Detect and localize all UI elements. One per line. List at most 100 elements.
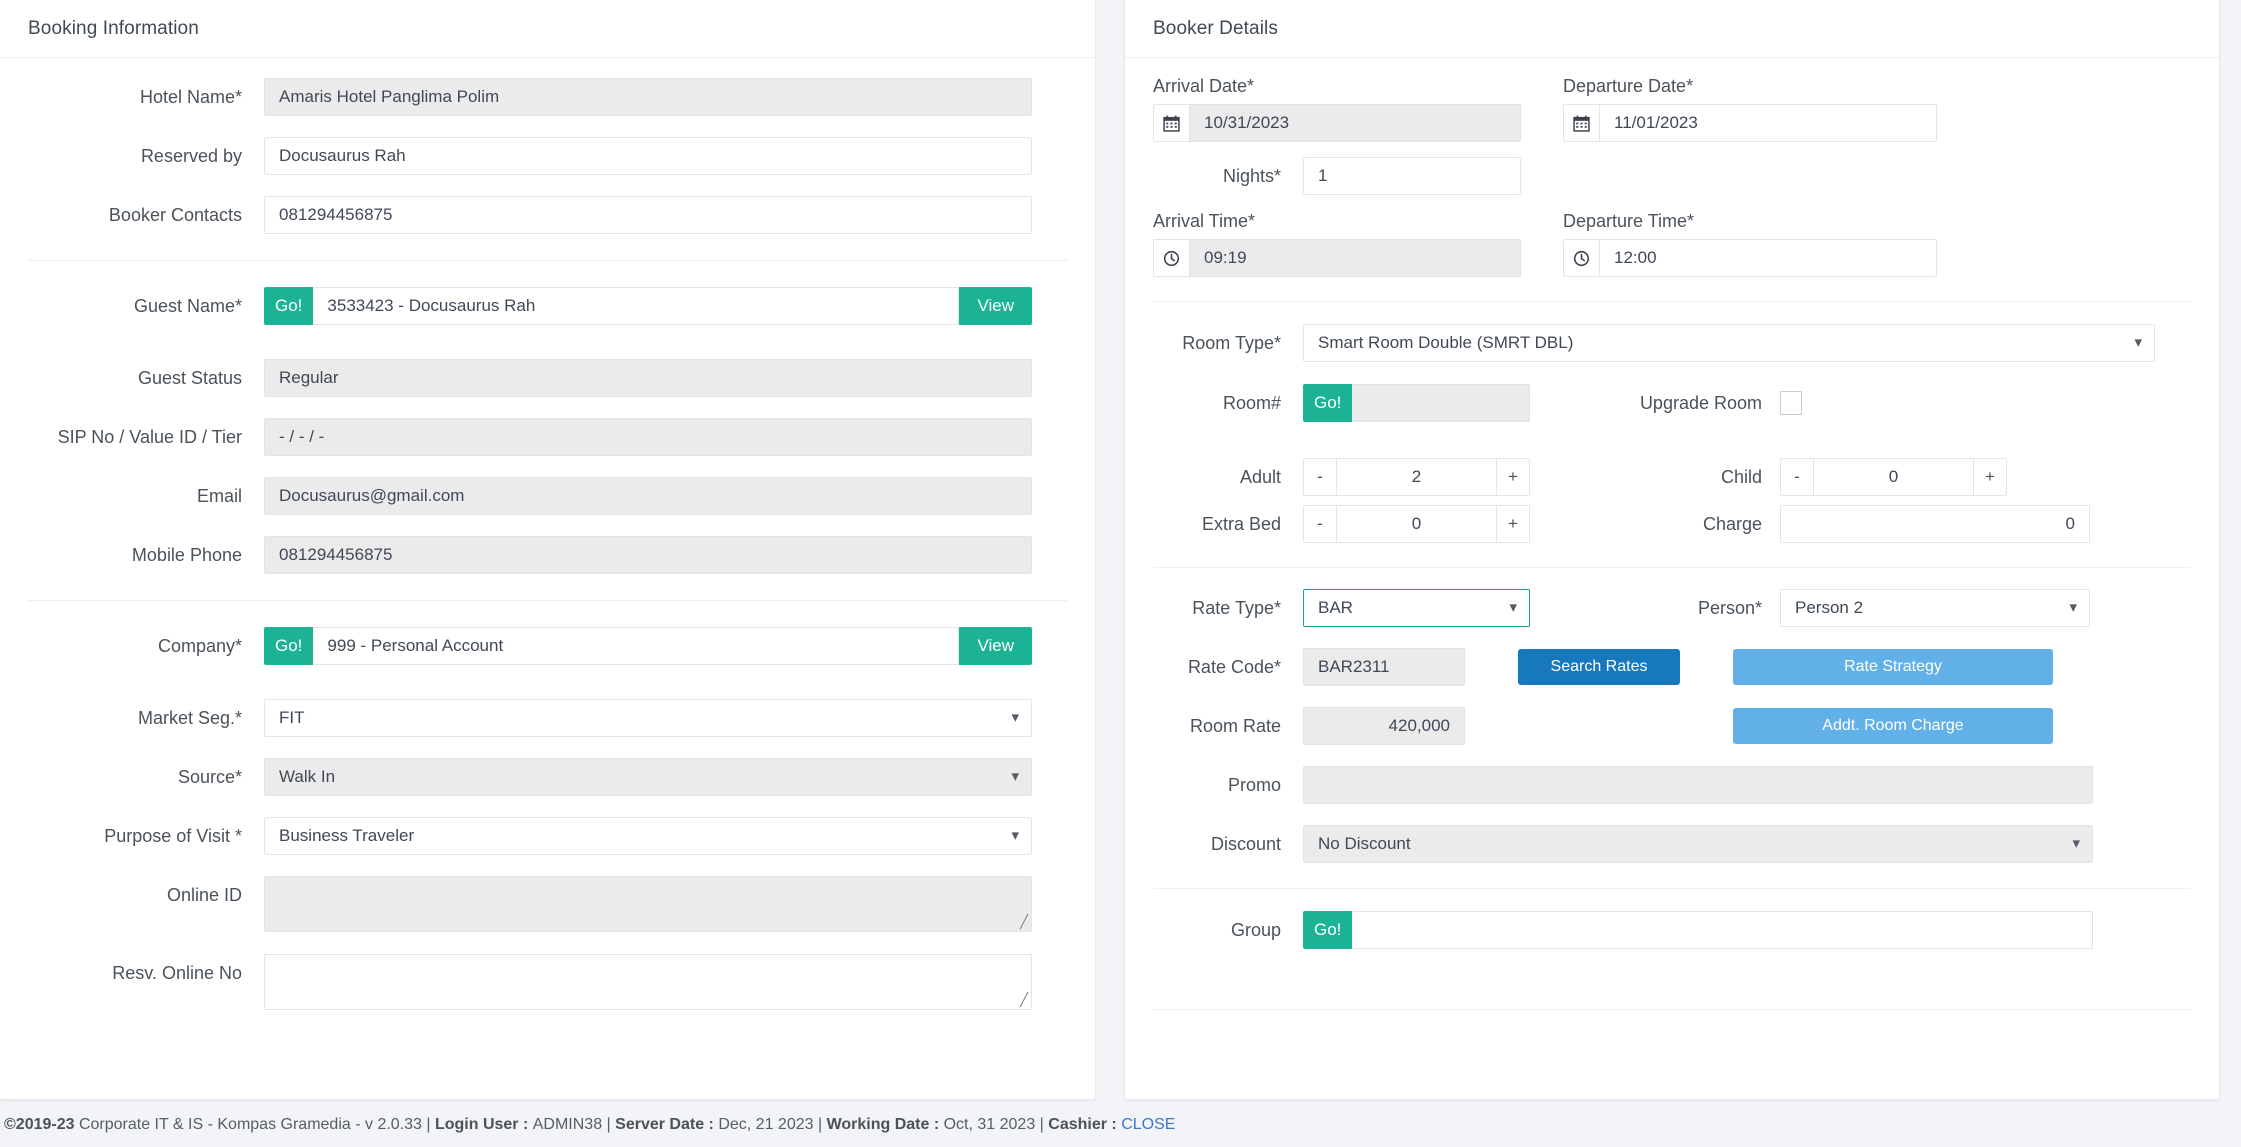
resv-online-no-row: Resv. Online No ╱: [28, 954, 1067, 1010]
footer-server-date-value: Dec, 21 2023 |: [718, 1116, 827, 1133]
resize-grip-icon: ╱: [1020, 992, 1028, 1007]
footer-server-date-label: Server Date :: [615, 1116, 719, 1133]
adult-plus-button[interactable]: +: [1496, 458, 1530, 496]
divider-company: [28, 600, 1067, 601]
addt-room-charge-button[interactable]: Addt. Room Charge: [1733, 708, 2053, 744]
group-input[interactable]: [1352, 911, 2093, 949]
search-rates-button[interactable]: Search Rates: [1518, 649, 1680, 685]
extra-bed-stepper: - 0 +: [1303, 505, 1530, 543]
sip-no-row: SIP No / Value ID / Tier - / - / -: [28, 418, 1067, 456]
rate-code-input[interactable]: BAR2311: [1303, 648, 1465, 686]
departure-time-field: Departure Time* 12:00: [1563, 211, 1937, 277]
divider-room: [1153, 301, 2191, 302]
child-plus-button[interactable]: +: [1973, 458, 2007, 496]
nights-input[interactable]: 1: [1303, 157, 1521, 195]
rate-type-select[interactable]: BAR ▾: [1303, 589, 1530, 627]
online-id-textarea[interactable]: ╱: [264, 876, 1032, 932]
group-input-group: Go!: [1303, 911, 2093, 949]
mobile-phone-label: Mobile Phone: [131, 545, 242, 565]
room-no-input[interactable]: [1352, 384, 1530, 422]
extra-bed-plus-button[interactable]: +: [1496, 505, 1530, 543]
room-no-row: Room# Go! Upgrade Room: [1153, 384, 2191, 422]
arrival-date-input[interactable]: 10/31/2023: [1189, 104, 1521, 142]
email-input[interactable]: Docusaurus@gmail.com: [264, 477, 1032, 515]
guest-name-view-button[interactable]: View: [959, 287, 1032, 325]
departure-time-input[interactable]: 12:00: [1599, 239, 1937, 277]
rate-type-label: Rate Type*: [1192, 598, 1281, 618]
chevron-down-icon: ▾: [1509, 598, 1517, 616]
child-stepper: - 0 +: [1780, 458, 2007, 496]
sip-no-input[interactable]: - / - / -: [264, 418, 1032, 456]
footer-cashier-status-link[interactable]: CLOSE: [1121, 1116, 1175, 1133]
divider-bottom: [1153, 1009, 2191, 1010]
guest-name-label: Guest Name*: [133, 296, 242, 316]
reserved-by-label: Reserved by: [140, 146, 242, 166]
times-row: Arrival Time* 09:19 Departure Time* 12:0…: [1153, 211, 2191, 277]
reserved-by-input[interactable]: Docusaurus Rah: [264, 137, 1032, 175]
person-select[interactable]: Person 2 ▾: [1780, 589, 2090, 627]
room-no-go-button[interactable]: Go!: [1303, 384, 1353, 422]
calendar-icon[interactable]: [1563, 104, 1599, 142]
booker-contacts-row: Booker Contacts 081294456875: [28, 196, 1067, 234]
clock-icon[interactable]: [1563, 239, 1599, 277]
room-type-value: Smart Room Double (SMRT DBL): [1318, 333, 1574, 352]
source-row: Source* Walk In ▾: [28, 758, 1067, 796]
footer-cashier-label: Cashier :: [1048, 1116, 1122, 1133]
adult-value[interactable]: 2: [1337, 458, 1496, 496]
online-id-label: Online ID: [166, 885, 242, 905]
rate-strategy-button[interactable]: Rate Strategy: [1733, 649, 2053, 685]
room-rate-label: Room Rate: [1189, 716, 1281, 736]
market-seg-label: Market Seg.*: [137, 708, 242, 728]
guest-status-label: Guest Status: [137, 368, 242, 388]
calendar-icon[interactable]: [1153, 104, 1189, 142]
hotel-name-row: Hotel Name* Amaris Hotel Panglima Polim: [28, 78, 1067, 116]
arrival-time-label: Arrival Time*: [1153, 211, 1256, 231]
departure-time-label: Departure Time*: [1563, 211, 1695, 231]
group-label: Group: [1230, 920, 1281, 940]
upgrade-room-label: Upgrade Room: [1639, 393, 1762, 413]
arrival-time-input[interactable]: 09:19: [1189, 239, 1521, 277]
rate-type-value: BAR: [1318, 598, 1353, 617]
resv-online-no-textarea[interactable]: ╱: [264, 954, 1032, 1010]
footer-login-user-label: Login User :: [434, 1116, 533, 1133]
source-value: Walk In: [279, 767, 336, 786]
guest-name-group: Go! 3533423 - Docusaurus Rah View: [264, 287, 1032, 325]
promo-input[interactable]: [1303, 766, 2093, 804]
purpose-of-visit-select[interactable]: Business Traveler ▾: [264, 817, 1032, 855]
guest-name-input[interactable]: 3533423 - Docusaurus Rah: [313, 287, 960, 325]
guest-name-go-button[interactable]: Go!: [264, 287, 314, 325]
upgrade-room-checkbox[interactable]: [1780, 391, 1802, 415]
discount-select[interactable]: No Discount ▾: [1303, 825, 2093, 863]
divider-rate: [1153, 567, 2191, 568]
group-go-button[interactable]: Go!: [1303, 911, 1353, 949]
mobile-phone-input[interactable]: 081294456875: [264, 536, 1032, 574]
market-seg-select[interactable]: FIT ▾: [264, 699, 1032, 737]
source-select[interactable]: Walk In ▾: [264, 758, 1032, 796]
room-rate-input[interactable]: 420,000: [1303, 707, 1465, 745]
departure-date-input[interactable]: 11/01/2023: [1599, 104, 1937, 142]
guest-status-input[interactable]: Regular: [264, 359, 1032, 397]
company-input[interactable]: 999 - Personal Account: [313, 627, 960, 665]
footer-company: Corporate IT & IS - Kompas Gramedia - v …: [74, 1116, 435, 1133]
adult-minus-button[interactable]: -: [1303, 458, 1337, 496]
company-go-button[interactable]: Go!: [264, 627, 314, 665]
booker-contacts-input[interactable]: 081294456875: [264, 196, 1032, 234]
extra-bed-minus-button[interactable]: -: [1303, 505, 1337, 543]
person-label: Person*: [1697, 598, 1762, 618]
child-value[interactable]: 0: [1814, 458, 1973, 496]
hotel-name-input[interactable]: Amaris Hotel Panglima Polim: [264, 78, 1032, 116]
room-type-select[interactable]: Smart Room Double (SMRT DBL) ▾: [1303, 324, 2155, 362]
discount-value: No Discount: [1318, 834, 1411, 853]
company-view-button[interactable]: View: [959, 627, 1032, 665]
child-minus-button[interactable]: -: [1780, 458, 1814, 496]
arrival-date-label: Arrival Date*: [1153, 76, 1255, 96]
group-row: Group Go!: [1153, 911, 2191, 949]
company-row: Company* Go! 999 - Personal Account View: [28, 627, 1067, 665]
clock-icon[interactable]: [1153, 239, 1189, 277]
purpose-of-visit-value: Business Traveler: [279, 826, 415, 845]
footer-login-user-value: ADMIN38 |: [532, 1116, 616, 1133]
footer-status-bar: ©2019-23 Corporate IT & IS - Kompas Gram…: [0, 1116, 2241, 1134]
divider-group: [1153, 888, 2191, 889]
extra-bed-value[interactable]: 0: [1337, 505, 1496, 543]
charge-input[interactable]: 0: [1780, 505, 2090, 543]
